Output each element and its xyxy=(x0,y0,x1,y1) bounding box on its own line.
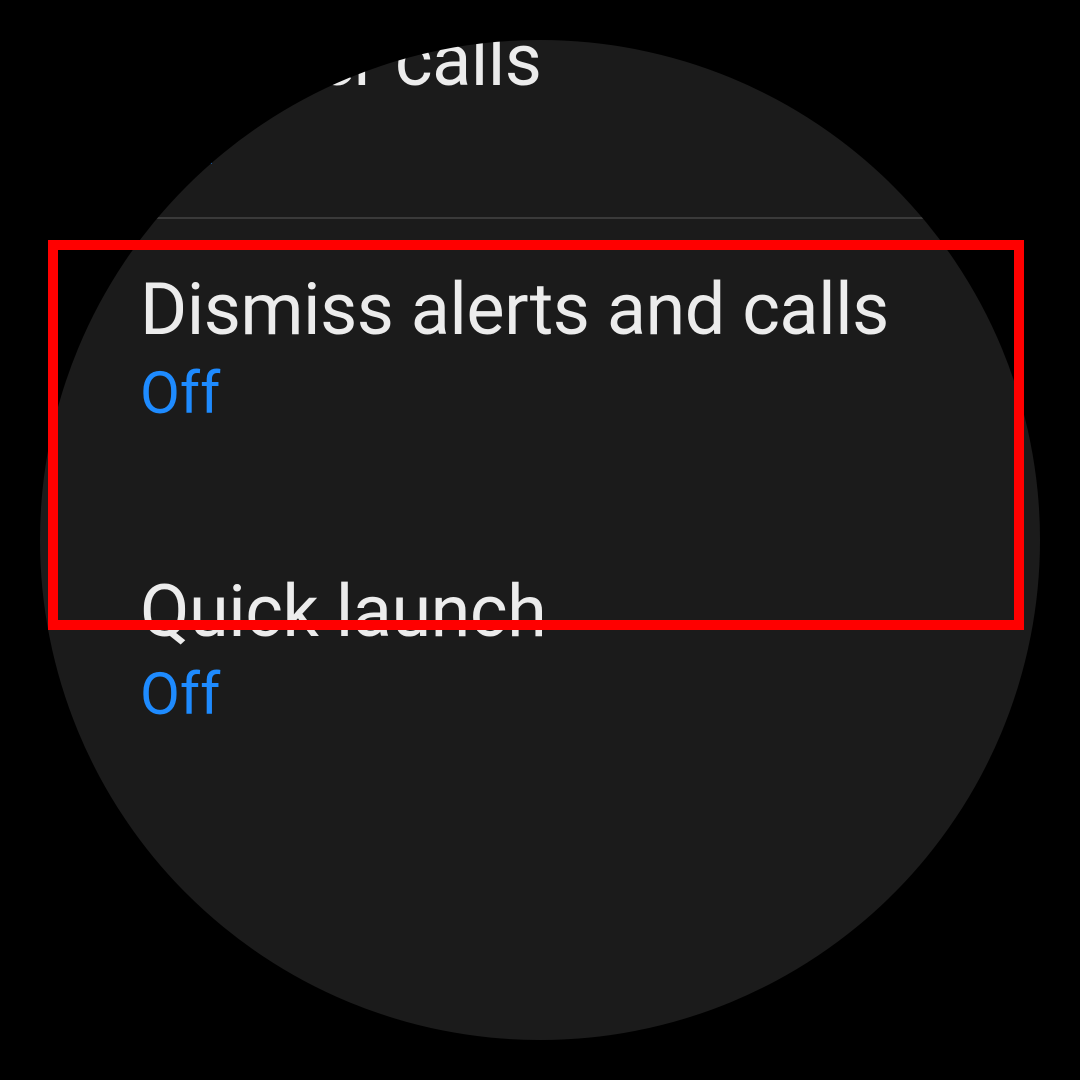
setting-item-title: Quick launch xyxy=(140,571,940,654)
setting-item-status: Off xyxy=(140,109,940,182)
watch-face-container: Answer calls Off Dismiss alerts and call… xyxy=(40,40,1040,1040)
setting-item-dismiss-alerts[interactable]: Dismiss alerts and calls Off xyxy=(40,219,1040,480)
setting-item-status: Off xyxy=(140,358,940,431)
setting-item-title: Answer calls xyxy=(140,40,940,103)
setting-item-answer-calls[interactable]: Answer calls Off xyxy=(40,40,1040,217)
setting-item-title: Dismiss alerts and calls xyxy=(140,269,940,352)
setting-item-status: Off xyxy=(140,659,940,732)
setting-item-quick-launch[interactable]: Quick launch Off xyxy=(40,481,1040,742)
settings-list: Answer calls Off Dismiss alerts and call… xyxy=(40,40,1040,1040)
